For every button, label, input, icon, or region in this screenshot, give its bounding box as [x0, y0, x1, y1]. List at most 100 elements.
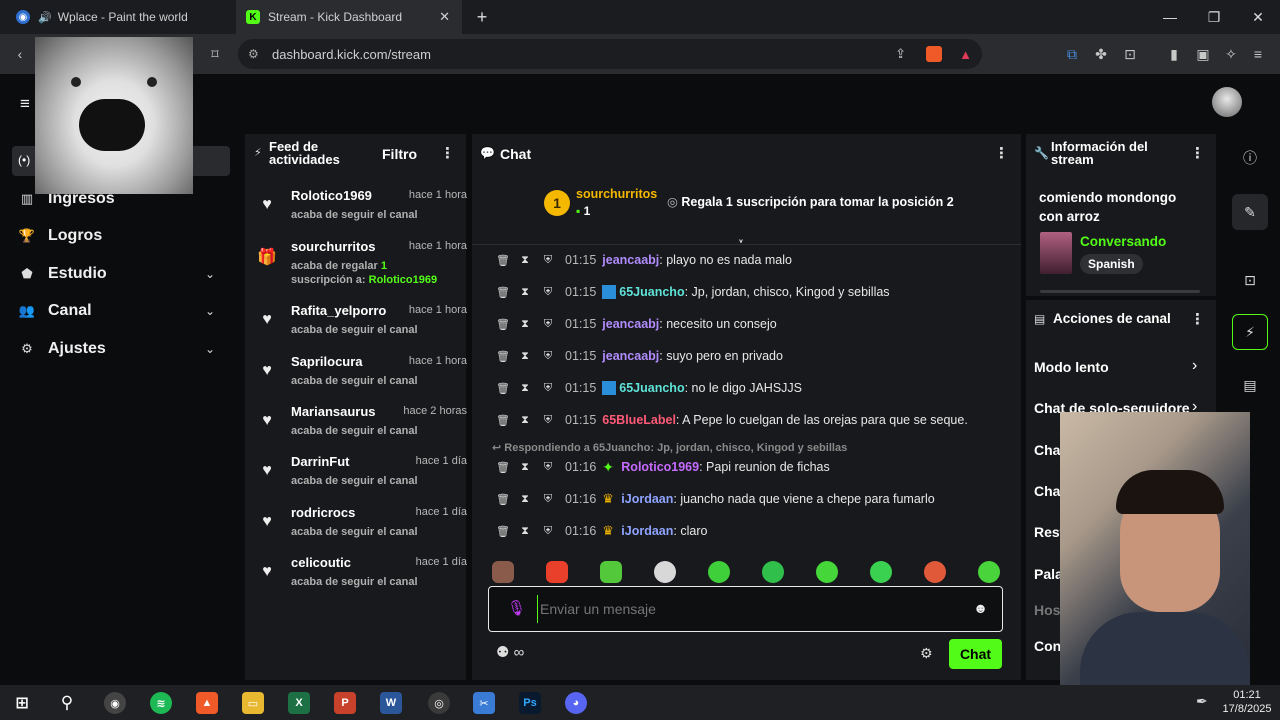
trash-icon[interactable]: 🗑 — [496, 414, 510, 427]
action-item-8[interactable]: Con — [1034, 638, 1061, 654]
chevron-down-icon[interactable]: ⌄ — [205, 342, 215, 356]
emote-green-3[interactable] — [816, 561, 838, 583]
chat-message[interactable]: 🗑 ⧗ ⛨ 01:16 ♛ iJordaan: claro — [496, 524, 707, 539]
scroll-down-icon[interactable]: ⩡ — [737, 234, 745, 251]
category-thumbnail[interactable] — [1040, 232, 1072, 274]
scrollbar[interactable] — [1040, 290, 1200, 293]
site-settings-icon[interactable]: ⚙ — [248, 47, 259, 61]
ban-icon[interactable]: ⛨ — [542, 414, 554, 427]
ban-icon[interactable]: ⛨ — [542, 525, 554, 538]
spotify-icon[interactable]: ≋ — [150, 692, 172, 714]
screenshot-icon[interactable]: ⊡ — [1120, 44, 1140, 64]
brave-rewards-icon[interactable]: ▲ — [959, 47, 972, 62]
send-chat-button[interactable]: Chat — [949, 639, 1002, 669]
kebab-menu-icon[interactable]: ⋮ — [1190, 310, 1205, 328]
edit-icon[interactable]: ✎ — [1232, 194, 1268, 230]
kebab-menu-icon[interactable]: ⋮ — [994, 144, 1009, 162]
close-tab-icon[interactable]: ✕ — [439, 9, 450, 25]
ban-icon[interactable]: ⛨ — [542, 493, 554, 506]
screen-capture-icon[interactable]: ⊡ — [1232, 262, 1268, 298]
translate-icon[interactable]: ⧉ — [1062, 44, 1082, 64]
minimize-button[interactable]: — — [1148, 0, 1192, 34]
chat-input-box[interactable]: 🎙 ☻ — [488, 586, 1003, 632]
trash-icon[interactable]: 🗑 — [496, 525, 510, 538]
action-item-3[interactable]: Cha — [1034, 442, 1060, 458]
trash-icon[interactable]: 🗑 — [496, 286, 510, 299]
timeout-icon[interactable]: ⧗ — [519, 382, 531, 395]
ban-icon[interactable]: ⛨ — [542, 461, 554, 474]
trash-icon[interactable]: 🗑 — [496, 493, 510, 506]
tab-wplace[interactable]: ◉ 🔊 Wplace - Paint the world — [8, 0, 234, 34]
emote-mustache[interactable] — [924, 561, 946, 583]
emote-green-4[interactable] — [870, 561, 892, 583]
ban-icon[interactable]: ⛨ — [542, 318, 554, 331]
chat-message[interactable]: 🗑 ⧗ ⛨ 01:16 ✦ Rolotico1969: Papi reunion d… — [496, 460, 830, 474]
timeout-icon[interactable]: ⧗ — [519, 286, 531, 299]
leo-ai-icon[interactable]: ✧ — [1221, 44, 1241, 64]
emote-robot[interactable] — [546, 561, 568, 583]
url-bar[interactable]: ⚙ dashboard.kick.com/stream ⇪ ▲ — [238, 39, 982, 69]
microphone-icon[interactable]: 🎙 — [507, 599, 526, 617]
search-icon[interactable]: ⚲ — [56, 692, 78, 714]
chrome-icon[interactable]: ◎ — [428, 692, 450, 714]
timeout-icon[interactable]: ⧗ — [519, 461, 531, 474]
sidebar-item-canal[interactable]: 👥 Canal — [18, 302, 92, 320]
chat-message[interactable]: 🗑 ⧗ ⛨ 01:15 jeancaabj: playo no es nada ma… — [496, 253, 792, 267]
chevron-down-icon[interactable]: ⌄ — [205, 267, 215, 281]
user-avatar[interactable] — [1212, 87, 1242, 117]
timeout-icon[interactable]: ⧗ — [519, 525, 531, 538]
trash-icon[interactable]: 🗑 — [496, 254, 510, 267]
chat-message[interactable]: 🗑 ⧗ ⛨ 01:15 65BlueLabel: A Pepe lo cuelgan… — [496, 413, 968, 427]
ban-icon[interactable]: ⛨ — [542, 286, 554, 299]
action-slow-mode[interactable]: Modo lento — [1034, 359, 1109, 375]
emote-clown[interactable] — [654, 561, 676, 583]
chat-settings-icon[interactable]: ⚙ — [920, 645, 933, 662]
sidebar-item-estudio[interactable]: ⬟ Estudio — [18, 265, 106, 283]
chevron-right-icon[interactable]: › — [1192, 357, 1197, 375]
file-explorer-icon[interactable]: ▭ — [242, 692, 264, 714]
brave-browser-icon[interactable]: ▲ — [196, 692, 218, 714]
lightning-icon[interactable]: ⚡ — [1232, 314, 1268, 350]
chat-message[interactable]: 🗑 ⧗ ⛨ 01:15 jeancaabj: necesito un consejo — [496, 317, 777, 331]
photoshop-icon[interactable]: Ps — [519, 692, 541, 714]
pen-icon[interactable]: ✒ — [1196, 693, 1208, 710]
ban-icon[interactable]: ⛨ — [542, 350, 554, 363]
filter-button[interactable]: Filtro — [382, 146, 417, 162]
info-icon[interactable]: ⓘ — [1232, 140, 1268, 176]
notes-icon[interactable]: ▤ — [1232, 367, 1268, 403]
chat-message-input[interactable] — [537, 595, 957, 623]
brave-shield-icon[interactable] — [926, 46, 942, 62]
trash-icon[interactable]: 🗑 — [496, 350, 510, 363]
bookmark-icon[interactable]: ⌑ — [205, 44, 225, 64]
action-item-6[interactable]: Pala — [1034, 566, 1063, 582]
back-icon[interactable]: ‹ — [10, 44, 30, 64]
action-item-7[interactable]: Hos — [1034, 602, 1060, 618]
menu-icon[interactable]: ≡ — [1248, 44, 1268, 64]
new-tab-button[interactable]: + — [460, 0, 504, 34]
excel-icon[interactable]: X — [288, 692, 310, 714]
word-icon[interactable]: W — [380, 692, 402, 714]
share-icon[interactable]: ⇪ — [895, 46, 906, 62]
close-window-button[interactable]: ✕ — [1236, 0, 1280, 34]
hamburger-menu-icon[interactable]: ≡ — [20, 94, 30, 114]
wallet-icon[interactable]: ▣ — [1193, 44, 1213, 64]
sidebar-item-ajustes[interactable]: ⚙ Ajustes — [18, 340, 106, 358]
windows-start-icon[interactable]: ⊞ — [11, 692, 33, 714]
chat-message[interactable]: 🗑 ⧗ ⛨ 01:16 ♛ iJordaan: juancho nada que v… — [496, 492, 935, 507]
powerpoint-icon[interactable]: P — [334, 692, 356, 714]
trash-icon[interactable]: 🗑 — [496, 461, 510, 474]
extensions-icon[interactable]: ✤ — [1091, 44, 1111, 64]
timeout-icon[interactable]: ⧗ — [519, 414, 531, 427]
timeout-icon[interactable]: ⧗ — [519, 318, 531, 331]
stream-title-text[interactable]: comiendo mondongo con arroz — [1039, 188, 1199, 226]
ban-icon[interactable]: ⛨ — [542, 254, 554, 267]
sidebar-item-logros[interactable]: 🏆 Logros — [18, 227, 102, 245]
chat-message[interactable]: 🗑 ⧗ ⛨ 01:15 65Juancho: Jp, jordan, chisco,… — [496, 285, 890, 299]
emote-green-stack[interactable] — [600, 561, 622, 583]
emote-face[interactable] — [492, 561, 514, 583]
restore-button[interactable]: ❐ — [1192, 0, 1236, 34]
chat-mode-indicator[interactable]: ⚉ ∞ — [496, 643, 524, 661]
clock[interactable]: 01:21 17/8/2025 — [1222, 688, 1272, 716]
trash-icon[interactable]: 🗑 — [496, 382, 510, 395]
action-item-4[interactable]: Cha — [1034, 483, 1060, 499]
